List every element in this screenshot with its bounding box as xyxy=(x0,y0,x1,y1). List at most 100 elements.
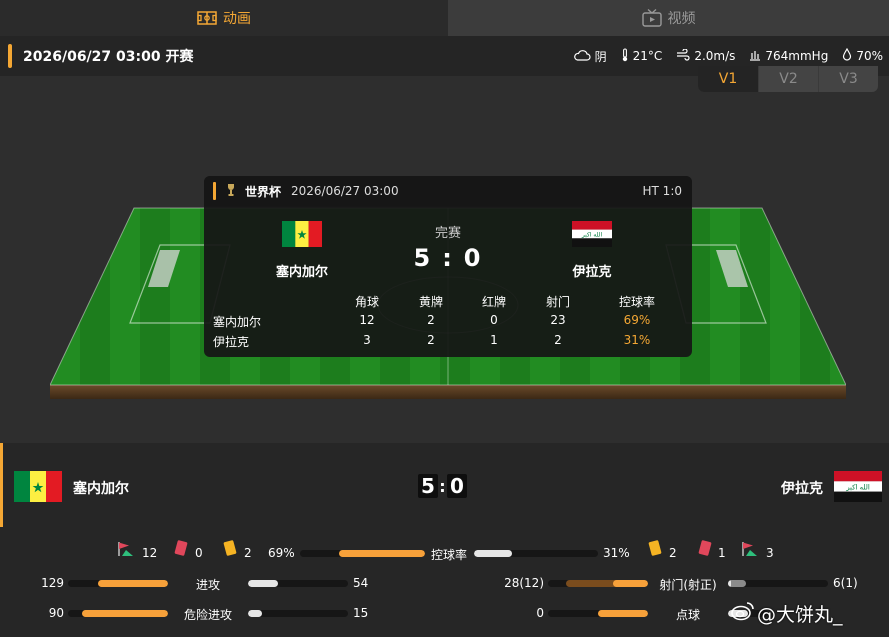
svg-text:الله اكبر: الله اكبر xyxy=(845,484,870,492)
stats-row-home: 塞内加尔 12 2 0 23 69% xyxy=(204,310,692,330)
watermark: @大饼丸_ xyxy=(731,600,843,627)
home-dangerous-attacks-value: 90 xyxy=(48,606,64,620)
header-yellow-cards: 黄牌 xyxy=(418,295,444,309)
stats-table: 角球 黄牌 红牌 射门 控球率 塞内加尔 12 2 0 23 69% 伊拉克 3… xyxy=(204,290,692,350)
penalties-label: 点球 xyxy=(675,608,701,622)
watermark-text: @大饼丸_ xyxy=(757,604,843,626)
kickoff-datetime: 2026/06/27 03:00 开赛 xyxy=(23,49,194,65)
home-attacks-bar xyxy=(68,580,168,587)
away-red-cards-count: 1 xyxy=(718,546,726,560)
tab-bar: 动画 视频 xyxy=(0,0,889,36)
tab-video[interactable]: 视频 xyxy=(448,0,889,36)
match-page: 动画 视频 2026/06/27 03:00 开赛 阴 21°C 2.0m/s xyxy=(0,0,889,637)
home-attacks-value: 129 xyxy=(41,576,64,590)
row-team-name: 伊拉克 xyxy=(213,335,250,349)
away-score: 0 xyxy=(463,244,483,272)
stats-row-away: 伊拉克 3 2 1 2 31% xyxy=(204,330,692,350)
row-team-name: 塞内加尔 xyxy=(213,315,262,329)
weather-info: 阴 21°C 2.0m/s 764mmHg 70% xyxy=(573,47,883,65)
home-dangerous-attacks-fill xyxy=(82,610,168,617)
half-time-score: HT 1:0 xyxy=(642,184,682,198)
away-corners-count: 3 xyxy=(766,546,774,560)
home-score: 5 xyxy=(418,474,438,498)
away-shots-bar xyxy=(728,580,828,587)
home-penalties-fill xyxy=(598,610,648,617)
home-attacks-fill xyxy=(97,580,168,587)
corner-flag-icon xyxy=(117,541,135,561)
scoreboard-accent xyxy=(0,443,3,527)
cell-red-cards: 1 xyxy=(490,333,498,347)
scorecard-date: 2026/06/27 03:00 xyxy=(291,184,399,198)
away-shots-on-target-fill xyxy=(728,580,731,587)
home-shots-on-target-fill xyxy=(612,580,648,587)
droplet-icon xyxy=(842,47,852,64)
yellow-card-icon xyxy=(647,539,663,561)
version-switcher: V1 V2 V3 xyxy=(698,66,878,92)
away-possession-value: 31% xyxy=(603,546,630,560)
away-dangerous-attacks-fill xyxy=(248,610,263,617)
cell-possession: 69% xyxy=(623,313,651,327)
cell-corners: 12 xyxy=(359,313,375,327)
red-card-icon xyxy=(697,539,713,561)
possession-label: 控球率 xyxy=(430,548,468,562)
tab-animation[interactable]: 动画 xyxy=(0,0,448,36)
cell-red-cards: 0 xyxy=(490,313,498,327)
tab-animation-label: 动画 xyxy=(223,11,251,27)
temperature: 21°C xyxy=(632,49,663,63)
yellow-card-icon xyxy=(222,539,238,561)
cell-corners: 3 xyxy=(363,333,371,347)
version-v2-button[interactable]: V2 xyxy=(758,66,818,92)
dangerous-attacks-label: 危险进攻 xyxy=(183,608,233,622)
header-corners: 角球 xyxy=(354,295,380,309)
away-dangerous-attacks-bar xyxy=(248,610,348,617)
cell-yellow-cards: 2 xyxy=(427,333,435,347)
match-scorecard: 世界杯 2026/06/27 03:00 HT 1:0 塞内加尔 الله اك… xyxy=(204,176,692,357)
away-attacks-value: 54 xyxy=(353,576,369,590)
home-possession-value: 69% xyxy=(268,546,295,560)
senegal-flag-icon xyxy=(14,471,62,506)
red-card-icon xyxy=(173,539,189,561)
version-v1-button[interactable]: V1 xyxy=(698,66,758,92)
wind-icon xyxy=(676,47,690,64)
away-possession-bar xyxy=(474,550,598,557)
tab-video-label: 视频 xyxy=(667,11,696,27)
board-score: 5 : 0 xyxy=(418,474,467,498)
accent-bar xyxy=(8,44,12,68)
field-icon xyxy=(197,11,217,25)
home-penalties-bar xyxy=(548,610,648,617)
tv-icon xyxy=(641,9,662,27)
version-v3-button[interactable]: V3 xyxy=(818,66,878,92)
home-yellow-cards-count: 2 xyxy=(244,546,252,560)
away-yellow-cards-count: 2 xyxy=(669,546,677,560)
home-red-cards-count: 0 xyxy=(195,546,203,560)
away-dangerous-attacks-value: 15 xyxy=(353,606,369,620)
away-shots-value: 6(1) xyxy=(833,576,858,590)
wind-speed: 2.0m/s xyxy=(694,49,736,63)
cell-shots: 2 xyxy=(554,333,562,347)
home-team-name: 塞内加尔 xyxy=(73,481,129,497)
home-corners-count: 12 xyxy=(142,546,158,560)
iraq-flag-icon: الله اكبر xyxy=(834,471,882,506)
humidity: 70% xyxy=(856,49,883,63)
cell-possession: 31% xyxy=(623,333,651,347)
cloud-icon xyxy=(573,49,591,64)
away-attacks-fill xyxy=(248,580,278,587)
home-score: 5 xyxy=(413,244,433,272)
scorecard-accent xyxy=(213,182,216,200)
away-team-name: 伊拉克 xyxy=(781,481,823,497)
weather-condition: 阴 xyxy=(594,49,607,64)
away-possession-fill xyxy=(474,550,513,557)
scorecard-score: 5:0 xyxy=(413,244,483,272)
thermometer-icon xyxy=(621,47,629,65)
home-penalties-value: 0 xyxy=(536,606,544,620)
pressure: 764mmHg xyxy=(765,49,829,63)
match-status: 完赛 xyxy=(434,226,461,241)
cell-shots: 23 xyxy=(550,313,566,327)
home-possession-fill xyxy=(338,550,425,557)
trophy-icon xyxy=(227,183,235,200)
away-score: 0 xyxy=(447,474,467,498)
home-shots-value: 28(12) xyxy=(504,576,544,590)
pressure-icon xyxy=(749,49,761,64)
cell-yellow-cards: 2 xyxy=(427,313,435,327)
weibo-icon xyxy=(731,601,755,626)
